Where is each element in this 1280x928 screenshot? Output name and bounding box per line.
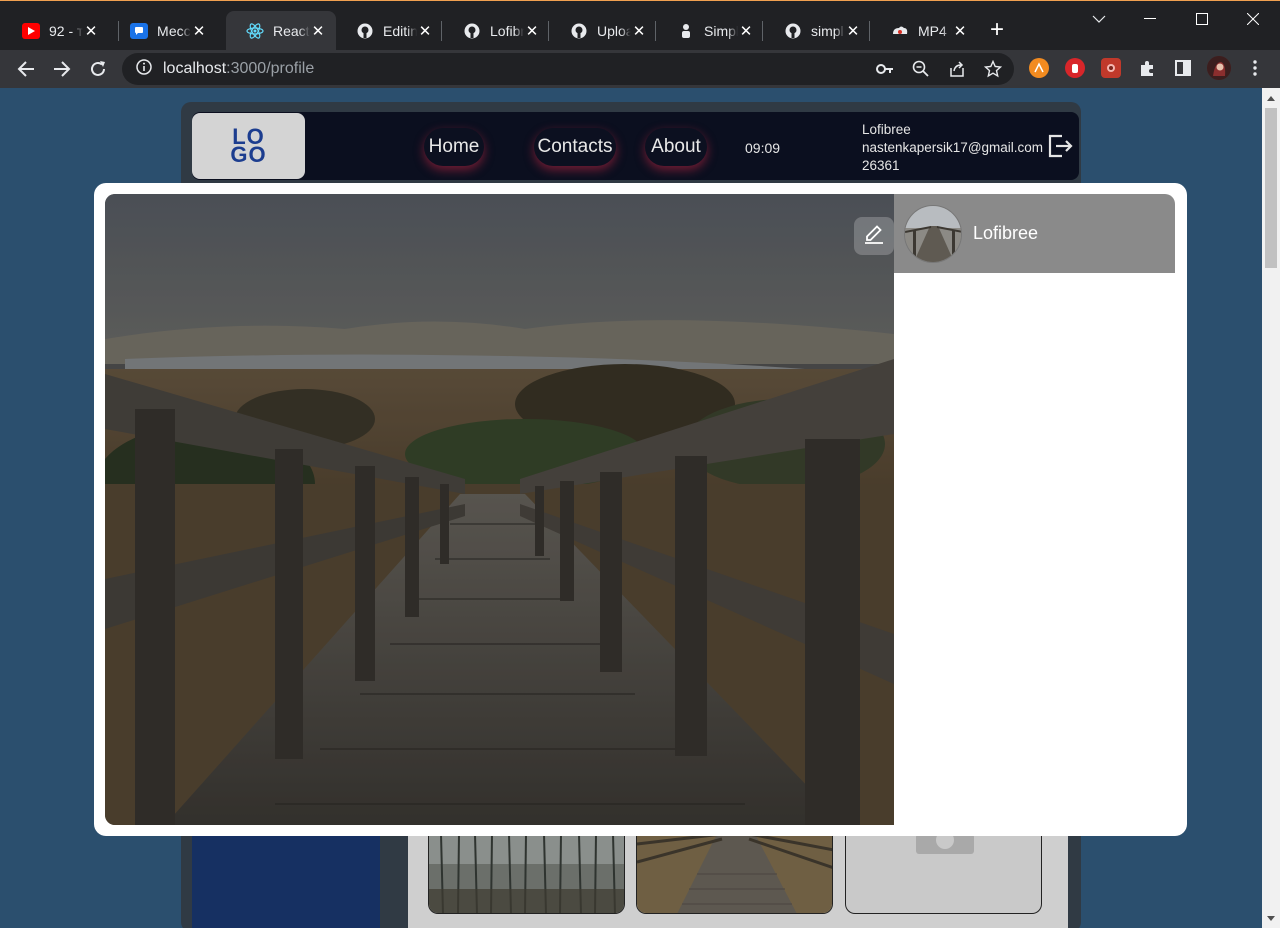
close-icon[interactable]: ✕: [952, 23, 968, 40]
photo-boardwalk-image: [105, 194, 894, 825]
scroll-up-arrow-icon[interactable]: [1262, 90, 1280, 106]
tab-divider: [548, 21, 549, 41]
tab-divider: [441, 21, 442, 41]
scroll-down-arrow-icon[interactable]: [1262, 910, 1280, 926]
tab-github-lofibree[interactable]: Lofibr ✕: [443, 11, 550, 51]
chrome-menu-icon[interactable]: [1245, 58, 1265, 78]
close-icon[interactable]: ✕: [191, 23, 207, 40]
forward-arrow-icon[interactable]: [50, 57, 74, 81]
tab-title: Simpl: [704, 23, 738, 39]
close-icon[interactable]: ✕: [845, 23, 861, 40]
tab-messages[interactable]: Месcе ✕: [110, 11, 217, 51]
photo-modal: Lofibree: [94, 183, 1187, 836]
maximize-icon[interactable]: [1190, 9, 1214, 29]
tab-title: Месcе: [157, 23, 191, 39]
tab-youtube[interactable]: 92 - те ✕: [2, 11, 109, 51]
edit-photo-button[interactable]: [854, 217, 894, 255]
close-icon[interactable]: ✕: [310, 23, 326, 40]
adblock-hand-icon[interactable]: [1065, 58, 1085, 78]
extensions-puzzle-icon[interactable]: [1137, 58, 1157, 78]
key-icon[interactable]: [875, 59, 895, 79]
close-icon[interactable]: ✕: [738, 23, 754, 40]
tab-search-chevron-icon[interactable]: [1087, 9, 1111, 29]
close-icon[interactable]: ✕: [631, 23, 647, 40]
tab-title: 92 - те: [49, 23, 83, 39]
simple-icon: [677, 23, 695, 39]
tab-github-upload[interactable]: Uploa ✕: [550, 11, 657, 51]
tab-strip: 92 - те ✕ Месcе ✕ React ✕ Editin ✕ Lofib…: [0, 0, 1280, 51]
react-icon: [246, 23, 264, 39]
tab-divider: [655, 21, 656, 41]
url-text: localhost:3000/profile: [163, 60, 314, 78]
scrollbar-thumb[interactable]: [1265, 108, 1277, 268]
messages-icon: [130, 23, 148, 39]
extension-orange-icon[interactable]: [1029, 58, 1049, 78]
tab-title: Uploa: [597, 23, 631, 39]
converter-icon: [891, 23, 909, 39]
github-icon: [784, 23, 802, 39]
url-host: localhost: [163, 60, 227, 77]
github-icon: [356, 23, 374, 39]
tab-mp4-converter[interactable]: MP4 t ✕: [871, 11, 978, 51]
tab-title: simpl: [811, 23, 844, 39]
tab-title: Lofibr: [490, 23, 524, 39]
tab-github-simple[interactable]: simpl ✕: [764, 11, 871, 51]
photo-details-panel: Lofibree: [894, 194, 1176, 825]
github-icon: [570, 23, 588, 39]
close-icon[interactable]: ✕: [524, 23, 540, 40]
photo-author-bar[interactable]: Lofibree: [894, 194, 1175, 273]
reload-icon[interactable]: [86, 57, 110, 81]
youtube-icon: [22, 23, 40, 39]
tab-title: Editin: [383, 23, 417, 39]
page-viewport: LO GO Home Contacts About 09:09 Lofibree…: [0, 88, 1262, 928]
side-panel-icon[interactable]: [1173, 58, 1193, 78]
profile-avatar[interactable]: [1207, 56, 1231, 80]
close-icon[interactable]: ✕: [417, 23, 433, 40]
site-info-icon[interactable]: [136, 58, 152, 80]
tab-divider: [869, 21, 870, 41]
minimize-icon[interactable]: [1138, 9, 1162, 29]
pencil-icon: [862, 222, 886, 251]
tab-title: MP4 t: [918, 23, 952, 39]
page-scrollbar[interactable]: [1262, 88, 1280, 928]
tab-title: React: [273, 23, 310, 39]
avatar[interactable]: [904, 204, 962, 263]
tab-react[interactable]: React ✕: [226, 11, 336, 51]
photo-author-name[interactable]: Lofibree: [973, 223, 1038, 244]
tab-github-editing[interactable]: Editin ✕: [336, 11, 443, 51]
back-arrow-icon[interactable]: [14, 57, 38, 81]
zoom-out-icon[interactable]: [911, 59, 931, 79]
share-icon[interactable]: [947, 59, 967, 79]
browser-toolbar: localhost:3000/profile: [0, 50, 1280, 88]
new-tab-plus-icon[interactable]: +: [990, 18, 1004, 42]
close-icon[interactable]: ✕: [83, 23, 99, 40]
address-bar[interactable]: localhost:3000/profile: [122, 53, 1014, 85]
tab-simple[interactable]: Simpl ✕: [657, 11, 764, 51]
bookmark-star-icon[interactable]: [983, 59, 1003, 79]
extension-red-icon[interactable]: [1101, 58, 1121, 78]
window-close-icon[interactable]: [1241, 9, 1265, 29]
url-path: :3000/profile: [226, 60, 315, 77]
github-icon: [463, 23, 481, 39]
tab-divider: [762, 21, 763, 41]
